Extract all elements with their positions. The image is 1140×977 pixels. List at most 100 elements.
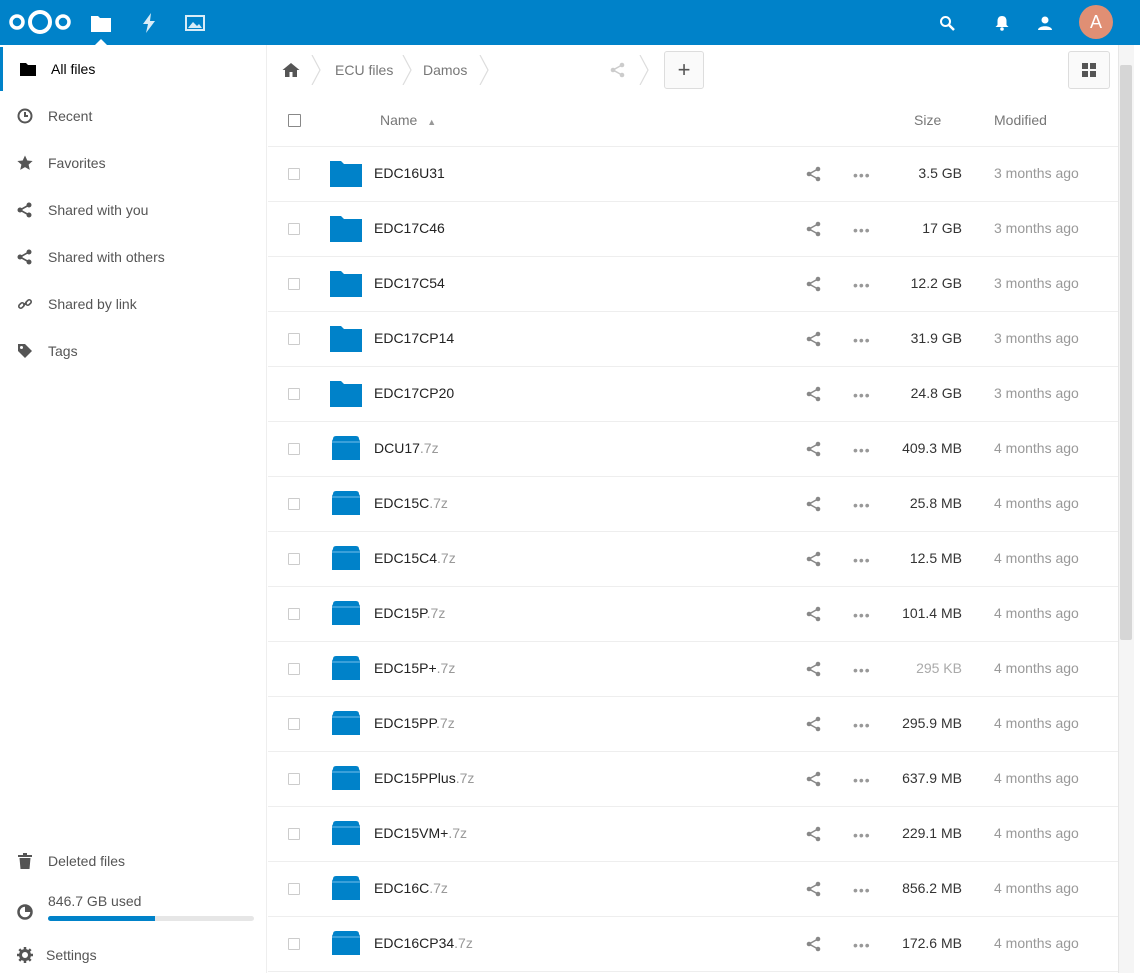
- folder-icon[interactable]: [330, 214, 362, 242]
- nextcloud-logo[interactable]: [8, 8, 72, 36]
- nav-shared-with-others[interactable]: Shared with others: [0, 235, 266, 279]
- file-name[interactable]: EDC16C.7z: [374, 880, 448, 896]
- row-checkbox[interactable]: [288, 718, 300, 730]
- nav-deleted-files[interactable]: Deleted files: [0, 839, 266, 883]
- file-name[interactable]: EDC16U31: [374, 165, 445, 181]
- share-icon[interactable]: [806, 221, 824, 239]
- archive-icon[interactable]: [330, 434, 362, 462]
- row-checkbox[interactable]: [288, 773, 300, 785]
- search-button[interactable]: [932, 8, 962, 38]
- more-actions-icon[interactable]: •••: [853, 276, 871, 294]
- more-actions-icon[interactable]: •••: [853, 881, 871, 899]
- file-name[interactable]: EDC17CP14: [374, 330, 454, 346]
- sort-by-size[interactable]: Size: [914, 112, 941, 128]
- file-row[interactable]: DCU17.7z ••• 409.3 MB 4 months ago: [268, 422, 1118, 477]
- row-checkbox[interactable]: [288, 883, 300, 895]
- file-row[interactable]: EDC17C46 ••• 17 GB 3 months ago: [268, 202, 1118, 257]
- contacts-button[interactable]: [1030, 8, 1060, 38]
- file-name[interactable]: EDC15C.7z: [374, 495, 448, 511]
- breadcrumb-item[interactable]: ECU files: [335, 45, 393, 95]
- more-actions-icon[interactable]: •••: [853, 936, 871, 954]
- share-icon[interactable]: [806, 716, 824, 734]
- archive-icon[interactable]: [330, 819, 362, 847]
- grid-view-toggle[interactable]: [1068, 51, 1110, 89]
- file-row[interactable]: EDC15C4.7z ••• 12.5 MB 4 months ago: [268, 532, 1118, 587]
- share-icon[interactable]: [806, 881, 824, 899]
- archive-icon[interactable]: [330, 709, 362, 737]
- breadcrumb-item[interactable]: Damos: [423, 45, 467, 95]
- file-row[interactable]: EDC15PPlus.7z ••• 637.9 MB 4 months ago: [268, 752, 1118, 807]
- gallery-app-button[interactable]: [180, 8, 210, 38]
- share-icon[interactable]: [806, 276, 824, 294]
- share-icon[interactable]: [806, 496, 824, 514]
- more-actions-icon[interactable]: •••: [853, 441, 871, 459]
- file-name[interactable]: EDC17C46: [374, 220, 445, 236]
- nav-tags[interactable]: Tags: [0, 329, 266, 373]
- file-name[interactable]: EDC15PP.7z: [374, 715, 455, 731]
- folder-icon[interactable]: [330, 379, 362, 407]
- file-row[interactable]: EDC17C54 ••• 12.2 GB 3 months ago: [268, 257, 1118, 312]
- scrollbar-thumb[interactable]: [1120, 65, 1132, 640]
- folder-icon[interactable]: [330, 324, 362, 352]
- files-app-button[interactable]: [86, 8, 116, 45]
- notifications-button[interactable]: [987, 8, 1017, 38]
- file-name[interactable]: EDC15C4.7z: [374, 550, 456, 566]
- share-icon[interactable]: [806, 661, 824, 679]
- more-actions-icon[interactable]: •••: [853, 716, 871, 734]
- file-row[interactable]: EDC15PP.7z ••• 295.9 MB 4 months ago: [268, 697, 1118, 752]
- row-checkbox[interactable]: [288, 443, 300, 455]
- row-checkbox[interactable]: [288, 553, 300, 565]
- archive-icon[interactable]: [330, 874, 362, 902]
- folder-icon[interactable]: [330, 269, 362, 297]
- nav-all-files[interactable]: All files: [0, 47, 266, 91]
- nav-shared-with-you[interactable]: Shared with you: [0, 188, 266, 232]
- share-icon[interactable]: [806, 551, 824, 569]
- nav-recent[interactable]: Recent: [0, 94, 266, 138]
- file-row[interactable]: EDC15C.7z ••• 25.8 MB 4 months ago: [268, 477, 1118, 532]
- more-actions-icon[interactable]: •••: [853, 661, 871, 679]
- share-folder-button[interactable]: [610, 45, 626, 95]
- file-name[interactable]: EDC15P+.7z: [374, 660, 455, 676]
- file-row[interactable]: EDC17CP20 ••• 24.8 GB 3 months ago: [268, 367, 1118, 422]
- row-checkbox[interactable]: [288, 828, 300, 840]
- file-name[interactable]: EDC15VM+.7z: [374, 825, 467, 841]
- folder-icon[interactable]: [330, 159, 362, 187]
- file-row[interactable]: EDC15P+.7z ••• 295 KB 4 months ago: [268, 642, 1118, 697]
- user-avatar[interactable]: A: [1079, 5, 1113, 39]
- nav-favorites[interactable]: Favorites: [0, 141, 266, 185]
- file-row[interactable]: EDC16C.7z ••• 856.2 MB 4 months ago: [268, 862, 1118, 917]
- file-row[interactable]: EDC15VM+.7z ••• 229.1 MB 4 months ago: [268, 807, 1118, 862]
- share-icon[interactable]: [806, 166, 824, 184]
- share-icon[interactable]: [806, 936, 824, 954]
- file-name[interactable]: EDC16CP34.7z: [374, 935, 473, 951]
- file-row[interactable]: EDC15P.7z ••• 101.4 MB 4 months ago: [268, 587, 1118, 642]
- share-icon[interactable]: [806, 606, 824, 624]
- row-checkbox[interactable]: [288, 938, 300, 950]
- more-actions-icon[interactable]: •••: [853, 826, 871, 844]
- file-row[interactable]: EDC17CP14 ••• 31.9 GB 3 months ago: [268, 312, 1118, 367]
- file-row[interactable]: EDC16CP34.7z ••• 172.6 MB 4 months ago: [268, 917, 1118, 972]
- nav-shared-by-link[interactable]: Shared by link: [0, 282, 266, 326]
- row-checkbox[interactable]: [288, 168, 300, 180]
- breadcrumb-home[interactable]: [282, 45, 300, 95]
- file-name[interactable]: DCU17.7z: [374, 440, 439, 456]
- archive-icon[interactable]: [330, 489, 362, 517]
- new-button[interactable]: +: [664, 51, 704, 89]
- sort-by-modified[interactable]: Modified: [994, 112, 1047, 128]
- select-all-checkbox[interactable]: [288, 114, 301, 127]
- share-icon[interactable]: [806, 826, 824, 844]
- archive-icon[interactable]: [330, 544, 362, 572]
- archive-icon[interactable]: [330, 764, 362, 792]
- more-actions-icon[interactable]: •••: [853, 551, 871, 569]
- row-checkbox[interactable]: [288, 663, 300, 675]
- more-actions-icon[interactable]: •••: [853, 606, 871, 624]
- archive-icon[interactable]: [330, 929, 362, 957]
- share-icon[interactable]: [806, 331, 824, 349]
- share-icon[interactable]: [806, 771, 824, 789]
- row-checkbox[interactable]: [288, 333, 300, 345]
- nav-settings[interactable]: Settings: [0, 933, 266, 977]
- row-checkbox[interactable]: [288, 223, 300, 235]
- row-checkbox[interactable]: [288, 388, 300, 400]
- more-actions-icon[interactable]: •••: [853, 386, 871, 404]
- more-actions-icon[interactable]: •••: [853, 221, 871, 239]
